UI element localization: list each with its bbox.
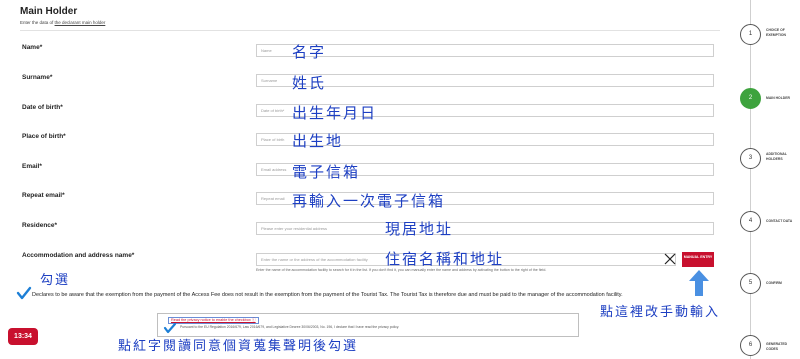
privacy-notice-link[interactable]: Read the privacy notice to enable the ch… — [168, 317, 259, 324]
step-6-label: GENERATED CODES — [766, 342, 788, 351]
step-3[interactable]: 3 — [740, 148, 761, 169]
declaration-text: Declares to be aware that the exemption … — [32, 292, 623, 298]
name-placeholder: Name — [261, 48, 272, 53]
stepper-line — [750, 0, 751, 359]
arrow-up-icon — [689, 270, 709, 296]
email-label: Email* — [22, 163, 42, 170]
step-5[interactable]: 5 — [740, 273, 761, 294]
surname-label: Surname* — [22, 74, 53, 81]
annotation-dob: 出生年月日 — [292, 104, 378, 122]
residence-placeholder: Please enter your residential address — [261, 226, 328, 231]
annotation-privacy: 點紅字閱讀同意個資蒐集聲明後勾選 — [118, 339, 359, 354]
section-title: Main Holder — [20, 6, 78, 17]
declarant-link[interactable]: the declarant main holder — [55, 20, 106, 25]
residence-label: Residence* — [22, 222, 58, 229]
annotation-pob: 出生地 — [292, 132, 344, 150]
step-1[interactable]: 1 — [740, 24, 761, 45]
step-3-label: ADDITIONAL HOLDERS — [766, 152, 787, 161]
manual-entry-button[interactable]: MANUAL ENTRY — [682, 252, 714, 267]
step-5-label: CONFIRM — [766, 281, 782, 285]
residence-input[interactable]: Please enter your residential address — [256, 222, 714, 235]
email-placeholder: Email address — [261, 167, 287, 172]
annotation-email: 電子信箱 — [292, 163, 361, 181]
annotation-name: 名字 — [292, 43, 327, 61]
step-2[interactable]: 2 — [740, 88, 761, 109]
repeat-email-placeholder: Repeat email — [261, 196, 285, 201]
step-1-label: CHOICE OF EXEMPTION — [766, 28, 786, 37]
declaration-checkbox-check-icon[interactable] — [16, 286, 32, 300]
accommodation-label: Accommodation and address name* — [22, 252, 135, 259]
step-6[interactable]: 6 — [740, 335, 761, 356]
pob-placeholder: Place of birth — [261, 137, 285, 142]
section-subtitle: Enter the data of the declarant main hol… — [20, 20, 105, 25]
repeat-email-label: Repeat email* — [22, 192, 65, 199]
annotation-manual: 點這裡改手動輸入 — [600, 305, 721, 320]
privacy-consent-text: Pursuant to the EU Regulation 2016/679, … — [180, 325, 400, 329]
clear-icon[interactable] — [664, 253, 676, 265]
name-label: Name* — [22, 44, 43, 51]
privacy-checkbox-check-icon[interactable] — [163, 322, 177, 334]
step-4-label: CONTACT DATA — [766, 219, 793, 223]
section-divider — [20, 30, 720, 31]
annotation-surname: 姓氏 — [292, 74, 327, 92]
annotation-residence: 現居地址 — [385, 220, 454, 238]
session-timer: 13:34 — [8, 328, 38, 345]
accommodation-placeholder: Enter the name or the address of the acc… — [261, 257, 368, 262]
step-2-label: MAIN HOLDER — [766, 96, 790, 100]
privacy-notice-box: Read the privacy notice to enable the ch… — [157, 313, 579, 337]
dob-placeholder: Date of birth* — [261, 108, 285, 113]
section-subtitle-text: Enter the data of — [20, 20, 54, 25]
surname-placeholder: Surname — [261, 78, 278, 83]
step-4[interactable]: 4 — [740, 211, 761, 232]
annotation-accommodation: 住宿名稱和地址 — [385, 250, 505, 268]
pob-label: Place of birth* — [22, 133, 66, 140]
annotation-repeat-email: 再輸入一次電子信箱 — [292, 192, 446, 210]
dob-label: Date of birth* — [22, 104, 63, 111]
annotation-check: 勾選 — [40, 273, 71, 288]
